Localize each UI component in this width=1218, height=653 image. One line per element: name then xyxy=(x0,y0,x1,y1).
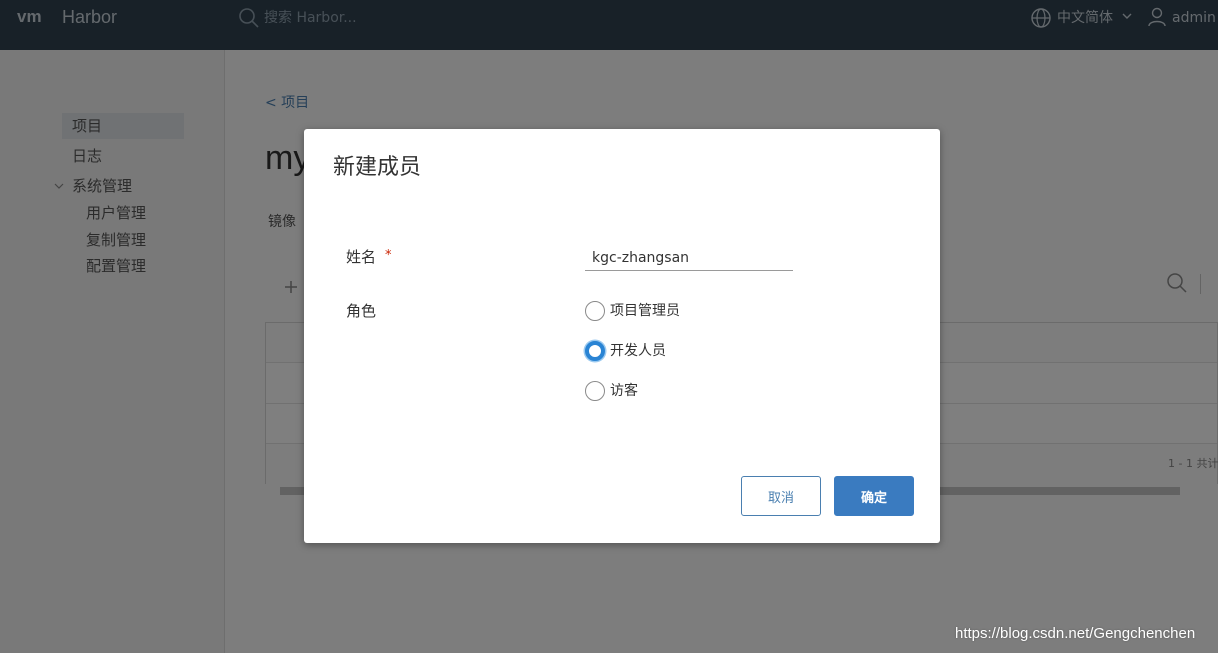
role-label-developer[interactable]: 开发人员 xyxy=(610,341,666,361)
role-label: 角色 xyxy=(346,302,377,320)
member-name-input[interactable] xyxy=(585,245,793,271)
role-radio-project-admin[interactable] xyxy=(585,301,605,321)
cancel-button[interactable]: 取消 xyxy=(741,476,821,516)
confirm-button[interactable]: 确定 xyxy=(834,476,914,516)
dialog-title: 新建成员 xyxy=(333,155,422,180)
role-radio-guest[interactable] xyxy=(585,381,605,401)
new-member-dialog: 新建成员 姓名 * 角色 项目管理员 开发人员 访客 取消 确定 xyxy=(304,129,940,543)
required-marker: * xyxy=(385,248,392,263)
watermark-text: https://blog.csdn.net/Gengchenchen xyxy=(955,625,1196,642)
name-label: 姓名 xyxy=(346,248,377,266)
role-label-project-admin[interactable]: 项目管理员 xyxy=(610,301,680,321)
role-radio-developer[interactable] xyxy=(585,341,605,361)
role-label-guest[interactable]: 访客 xyxy=(610,381,638,401)
